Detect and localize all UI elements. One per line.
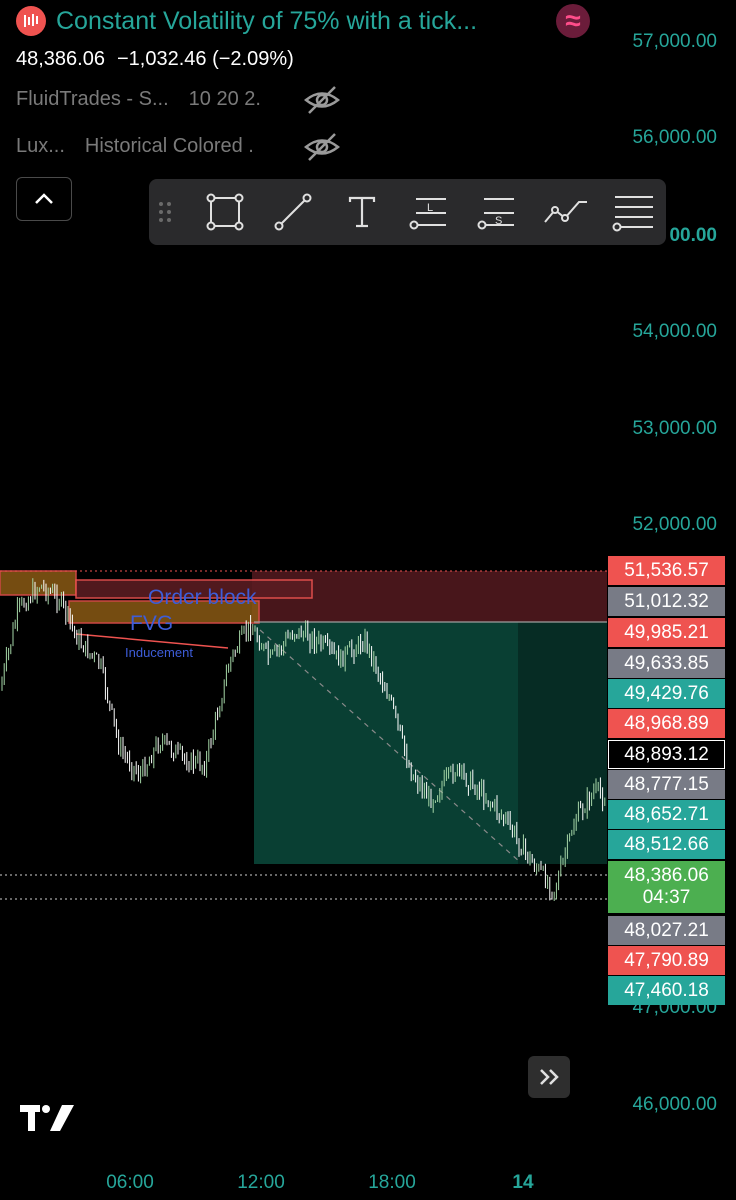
symbol-title[interactable]: Constant Volatility of 75% with a tick..… — [56, 7, 477, 36]
trend-line-tool-icon[interactable] — [269, 188, 317, 236]
price-tag: 47,460.18 — [608, 976, 725, 1005]
symbol-title-row[interactable]: Constant Volatility of 75% with a tick..… — [16, 4, 477, 38]
approx-symbol-icon[interactable]: ≈ — [556, 4, 590, 38]
current-price: 48,386.06 — [624, 865, 709, 886]
price-tag: 47,790.89 — [608, 946, 725, 975]
price-tag: 48,027.21 — [608, 916, 725, 945]
svg-text:L: L — [427, 202, 433, 214]
time-axis-label: 18:00 — [368, 1172, 416, 1193]
price-tag: 51,012.32 — [608, 587, 725, 616]
inducement-label: Inducement — [125, 645, 193, 660]
last-price: 48,386.06 — [16, 48, 105, 70]
fvg-label: FVG — [130, 612, 174, 635]
drag-handle-icon[interactable] — [145, 188, 185, 236]
bar-countdown: 04:37 — [642, 887, 691, 908]
svg-text:S: S — [495, 215, 502, 227]
price-tag: 49,429.76 — [608, 679, 725, 708]
price-tag: 48,968.89 — [608, 709, 725, 738]
chevron-up-icon — [35, 193, 53, 204]
price-tag: 48,512.66 — [608, 830, 725, 859]
price-tag: 49,633.85 — [608, 649, 725, 678]
price-change: −1,032.46 (−2.09%) — [116, 48, 294, 70]
time-axis-label: 12:00 — [237, 1172, 285, 1193]
supply-zone-left — [0, 570, 77, 596]
tradingview-logo[interactable] — [20, 1103, 76, 1133]
short-position-tool-icon[interactable]: S — [473, 188, 521, 236]
collapse-legend-button[interactable] — [16, 177, 72, 221]
indicator-name: Lux... — [16, 135, 65, 157]
chart-zones — [0, 570, 607, 900]
time-axis-label: 14 — [512, 1172, 534, 1193]
order-block-label: Order block — [148, 586, 257, 609]
price-tag: 51,536.57 — [608, 556, 725, 585]
price-tag-crosshair: 48,893.12 — [608, 740, 725, 769]
price-tag: 48,777.15 — [608, 770, 725, 799]
indicator-params: Historical Colored . — [84, 135, 254, 157]
time-axis-label: 06:00 — [106, 1172, 154, 1193]
indicator-params: 10 20 2. — [188, 88, 261, 110]
more-tools-icon[interactable] — [609, 188, 657, 236]
price-summary: 48,386.06 −1,032.46 (−2.09%) — [16, 48, 294, 71]
rectangle-tool-icon[interactable] — [201, 188, 249, 236]
double-chevron-right-icon — [540, 1069, 559, 1085]
symbol-logo-icon — [16, 6, 46, 36]
scroll-to-realtime-button[interactable] — [528, 1056, 570, 1098]
path-tool-icon[interactable] — [541, 188, 589, 236]
eye-off-icon[interactable] — [303, 131, 341, 163]
text-tool-icon[interactable] — [338, 188, 386, 236]
long-position-darker-zone — [518, 622, 607, 864]
drawing-toolbar: L S — [149, 179, 666, 245]
current-price-tag: 48,386.06 04:37 — [608, 861, 725, 913]
price-tag: 49,985.21 — [608, 618, 725, 647]
indicator-row-2[interactable]: Lux... Historical Colored . — [16, 135, 254, 158]
indicator-row-1[interactable]: FluidTrades - S... 10 20 2. — [16, 88, 261, 111]
indicator-name: FluidTrades - S... — [16, 88, 169, 110]
price-tag: 48,652.71 — [608, 800, 725, 829]
long-position-tool-icon[interactable]: L — [405, 188, 453, 236]
eye-off-icon[interactable] — [303, 84, 341, 116]
